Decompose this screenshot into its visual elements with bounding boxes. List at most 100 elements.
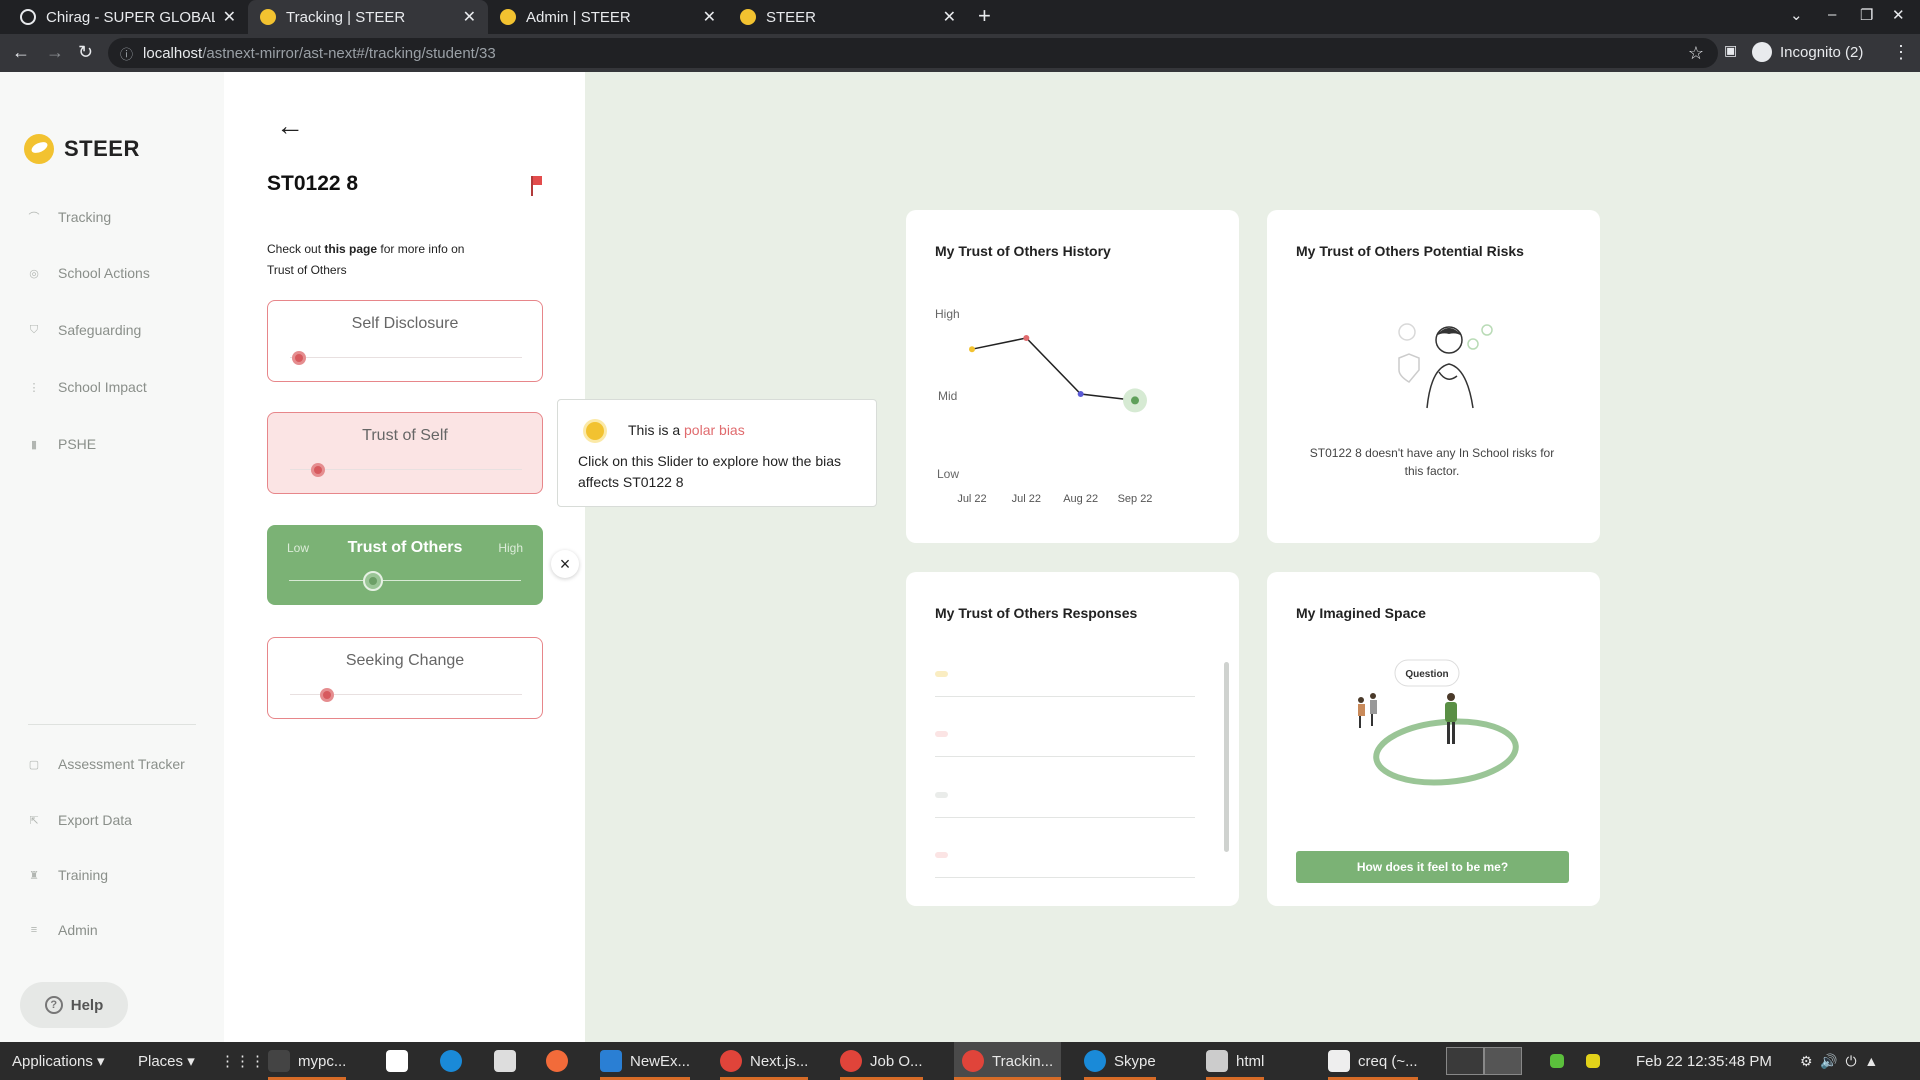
imagined-space-card: My Imagined Space Question How does it f… <box>1267 572 1600 906</box>
x-tick-label: Jul 22 <box>957 493 986 505</box>
places-menu[interactable]: Places ▾ <box>138 1042 195 1080</box>
sidebar-item-pshe[interactable]: ▮ PSHE <box>28 436 96 452</box>
sidebar-item-school-impact[interactable]: ⋮ School Impact <box>28 379 147 395</box>
steer-logo-icon <box>24 134 54 164</box>
sidebar-item-export-data[interactable]: ⇱ Export Data <box>28 812 132 828</box>
restore-icon[interactable]: ❐ <box>1860 6 1873 24</box>
help-icon: ? <box>44 996 63 1014</box>
flag-icon[interactable] <box>531 176 542 196</box>
close-icon[interactable]: ✕ <box>943 7 956 27</box>
close-window-icon[interactable]: ✕ <box>1892 6 1905 24</box>
side-panel-icon[interactable]: ▣ <box>1724 42 1737 59</box>
taskbar-item-editor[interactable]: creq (~... <box>1328 1042 1418 1080</box>
logo[interactable]: STEER <box>24 134 140 164</box>
app-grid-icon[interactable]: ⋮⋮⋮ <box>220 1042 265 1080</box>
close-icon[interactable]: ✕ <box>703 7 716 27</box>
browser-tab[interactable]: STEER ✕ <box>728 0 968 34</box>
clipboard-icon: ▢ <box>28 758 40 771</box>
terminal-icon <box>268 1050 290 1072</box>
slider-thumb[interactable] <box>292 351 307 365</box>
taskbar-item-vscode[interactable]: NewEx... <box>600 1042 691 1080</box>
response-marker <box>935 731 948 737</box>
code-icon[interactable] <box>386 1042 416 1080</box>
slider-track[interactable] <box>290 357 522 358</box>
sidebar-item-assessment-tracker[interactable]: ▢ Assessment Tracker <box>28 756 185 772</box>
browser-tab-active[interactable]: Tracking | STEER ✕ <box>248 0 488 34</box>
target-icon: ◎ <box>29 267 39 280</box>
browser-tab[interactable]: Chirag - SUPER GLOBAL A ✕ <box>8 0 248 34</box>
polar-bias-link[interactable]: polar bias <box>684 422 745 438</box>
bias-card-seeking-change[interactable]: Seeking Change <box>267 637 543 719</box>
sidebar: STEER ⌒ Tracking ◎ School Actions ⛉ Safe… <box>0 72 224 1042</box>
bias-panel: ← ST0122 8 Check out this page for more … <box>224 72 585 1042</box>
y-tick-mid: Mid <box>938 389 957 403</box>
help-button[interactable]: ? Help <box>20 982 128 1028</box>
y-tick-high: High <box>935 307 960 321</box>
back-arrow-icon[interactable]: ← <box>276 110 304 142</box>
response-marker <box>935 852 948 858</box>
bias-card-trust-of-others[interactable]: Low Trust of Others High <box>267 525 543 605</box>
close-icon[interactable]: ✕ <box>223 7 236 27</box>
imagined-space-illustration: Question <box>1358 659 1519 786</box>
response-row <box>935 756 1195 757</box>
close-button[interactable]: × <box>551 550 579 578</box>
history-point[interactable] <box>969 346 975 353</box>
browser-toolbar: ← → ↻ ⓘ localhost/astnext-mirror/ast-nex… <box>0 34 1920 72</box>
reload-icon[interactable]: ↻ <box>78 42 93 63</box>
sidebar-item-school-actions[interactable]: ◎ School Actions <box>28 265 150 281</box>
sidebar-item-admin[interactable]: ≡ Admin <box>28 922 98 938</box>
taskbar-item-terminal[interactable]: mypc... <box>268 1042 347 1080</box>
text-editor-icon <box>1328 1050 1350 1072</box>
bias-card-trust-of-self[interactable]: Trust of Self <box>267 412 543 494</box>
taskbar-item-files[interactable]: html <box>1206 1042 1265 1080</box>
browser-menu-icon[interactable]: ⋮ <box>1892 42 1910 63</box>
sidebar-item-safeguarding[interactable]: ⛉ Safeguarding <box>28 322 141 338</box>
system-tray-icons[interactable]: ⚙ 🔊 ⏻ ▲ <box>1800 1042 1878 1080</box>
slider-thumb[interactable] <box>362 571 383 591</box>
sidebar-item-tracking[interactable]: ⌒ Tracking <box>28 209 112 225</box>
workspace-switcher[interactable] <box>1446 1042 1522 1080</box>
minimize-icon[interactable]: – <box>1828 6 1836 23</box>
tray-icons[interactable] <box>1550 1042 1608 1080</box>
chrome-icon <box>720 1050 742 1072</box>
bias-card-self-disclosure[interactable]: Self Disclosure <box>267 300 543 382</box>
bars-icon: ⋮ <box>28 381 40 394</box>
how-does-it-feel-button[interactable]: How does it feel to be me? <box>1296 851 1569 883</box>
taskbar-item-chrome-nextjs[interactable]: Next.js... <box>720 1042 809 1080</box>
x-tick-label: Aug 22 <box>1063 493 1098 505</box>
slider-track[interactable] <box>289 580 521 581</box>
close-icon[interactable]: ✕ <box>463 7 476 27</box>
back-icon[interactable]: ← <box>12 42 30 63</box>
history-point[interactable] <box>1131 396 1139 405</box>
clock[interactable]: Feb 22 12:35:48 PM <box>1636 1042 1772 1080</box>
menu-icon: ≡ <box>30 924 38 936</box>
info-icon[interactable]: ⓘ <box>120 44 133 63</box>
address-bar[interactable]: ⓘ localhost/astnext-mirror/ast-next#/tra… <box>108 38 1718 68</box>
slider-thumb[interactable] <box>320 688 335 702</box>
app: STEER ⌒ Tracking ◎ School Actions ⛉ Safe… <box>0 72 1920 1042</box>
scrollbar[interactable] <box>1224 662 1229 852</box>
bookmark-star-icon[interactable]: ☆ <box>1688 43 1704 64</box>
trophy-icon: ♜ <box>29 869 39 882</box>
chrome-icon <box>840 1050 862 1072</box>
info-link[interactable]: this page <box>324 242 377 256</box>
skype-icon <box>1084 1050 1106 1072</box>
applications-menu[interactable]: Applications ▾ <box>12 1042 105 1080</box>
risks-card: My Trust of Others Potential Risks ST012… <box>1267 210 1600 543</box>
taskbar-item-skype[interactable]: Skype <box>1084 1042 1156 1080</box>
history-point[interactable] <box>1077 391 1084 397</box>
sidebar-item-training[interactable]: ♜ Training <box>28 867 108 883</box>
tab-search-icon[interactable]: ⌄ <box>1790 6 1803 24</box>
skype-icon[interactable] <box>440 1042 470 1080</box>
postman-icon[interactable] <box>546 1042 576 1080</box>
folder-icon <box>1206 1050 1228 1072</box>
calendar-icon[interactable] <box>494 1042 524 1080</box>
browser-tab[interactable]: Admin | STEER ✕ <box>488 0 728 34</box>
taskbar-item-chrome-tracking[interactable]: Trackin... <box>954 1042 1062 1080</box>
history-point[interactable] <box>1023 335 1030 341</box>
forward-icon[interactable]: → <box>46 42 64 63</box>
slider-thumb[interactable] <box>310 463 325 477</box>
incognito-profile[interactable]: Incognito (2) <box>1752 42 1863 62</box>
taskbar-item-chrome-job[interactable]: Job O... <box>840 1042 923 1080</box>
new-tab-button[interactable]: + <box>978 3 991 29</box>
